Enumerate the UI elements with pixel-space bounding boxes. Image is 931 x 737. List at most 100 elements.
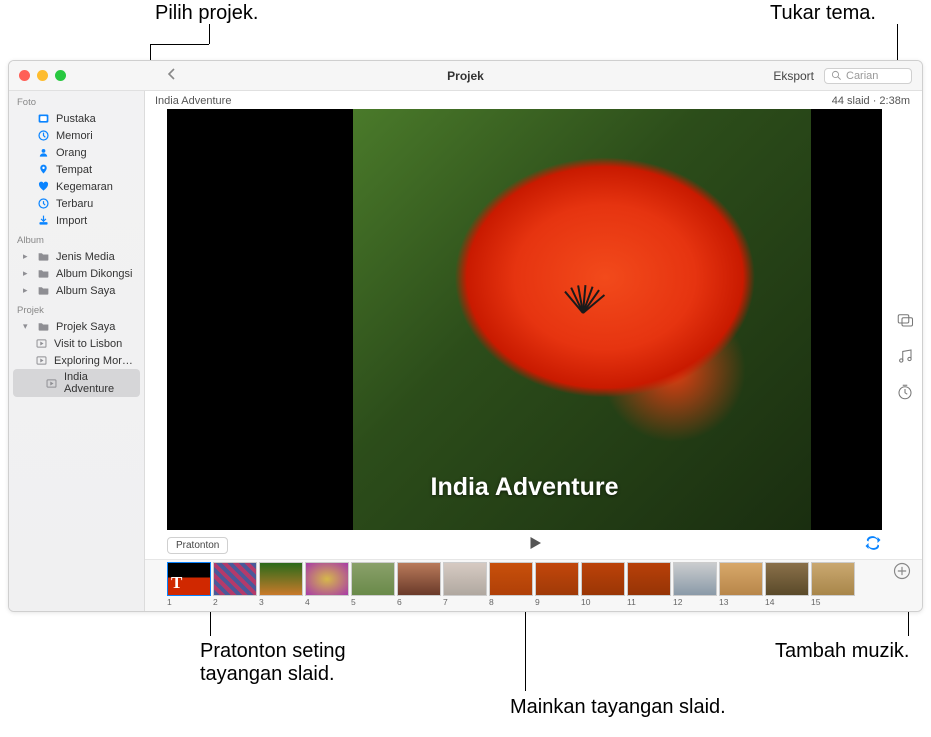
thumbnail[interactable]: 9 [535,562,579,607]
sidebar-item-india-adventure[interactable]: India Adventure [13,369,140,397]
title-slide-glyph: T [171,573,182,593]
sidebar-item-label: Album Saya [56,285,115,297]
sidebar-section-header: Album [9,229,144,248]
sidebar-section-header: Projek [9,299,144,318]
main-area: India Adventure 44 slaid · 2:38m [145,91,922,611]
thumbnail-image [811,562,855,596]
sidebar-item-jenis-media[interactable]: ▸Jenis Media [9,248,144,265]
sidebar-item-visit-to-lisbon[interactable]: Visit to Lisbon [9,335,144,352]
thumbnail[interactable]: 8 [489,562,533,607]
thumbnail-number: 6 [397,596,441,607]
close-window-button[interactable] [19,70,30,81]
thumbnail[interactable]: 14 [765,562,809,607]
sidebar-item-exploring-mor-[interactable]: Exploring Mor… [9,352,144,369]
loop-icon [864,534,882,552]
chevron-down-icon[interactable]: ▾ [23,321,31,332]
sidebar-item-label: Projek Saya [56,321,115,333]
thumbnail[interactable]: 12 [673,562,717,607]
zoom-window-button[interactable] [55,70,66,81]
thumbnail-number: 2 [213,596,257,607]
sidebar: FotoPustakaMemori Orang Tempat Kegemaran Ter… [9,91,145,611]
leader [209,24,210,44]
slideshow-icon [45,377,58,390]
callout-select-project: Pilih projek. [155,2,258,25]
play-button[interactable] [526,534,544,557]
import-icon [37,214,50,227]
search-field[interactable]: Carian [824,68,912,84]
thumbnail[interactable]: 7 [443,562,487,607]
folder-icon [37,250,50,263]
pin-icon [37,163,50,176]
app-window: Projek Eksport Carian FotoPustakaMemori O… [8,60,923,612]
chevron-right-icon[interactable]: ▸ [23,251,31,262]
loop-button[interactable] [864,534,882,557]
minimize-window-button[interactable] [37,70,48,81]
thumbnail-image [305,562,349,596]
sidebar-item-terbaru[interactable]: Terbaru [9,195,144,212]
thumbnail-strip: T123456789101112131415 [145,559,922,611]
thumbnail-number: 3 [259,596,303,607]
thumbnail[interactable]: T1 [167,562,211,607]
thumbnail-number: 5 [351,596,395,607]
thumbnail[interactable]: 13 [719,562,763,607]
sidebar-item-pustaka[interactable]: Pustaka [9,110,144,127]
sidebar-item-label: Exploring Mor… [54,355,133,367]
music-button[interactable] [894,345,916,367]
thumbnail[interactable]: 11 [627,562,671,607]
thumbnail-image [489,562,533,596]
search-placeholder: Carian [846,70,878,82]
heart-icon [37,180,50,193]
sidebar-item-import[interactable]: Import [9,212,144,229]
chevron-right-icon[interactable]: ▸ [23,285,31,296]
thumbnail-image [673,562,717,596]
theme-button[interactable] [894,309,916,331]
sidebar-item-album-saya[interactable]: ▸ Album Saya [9,282,144,299]
sidebar-item-orang[interactable]: Orang [9,144,144,161]
plus-circle-icon [892,561,912,581]
preview-button[interactable]: Pratonton [167,537,228,554]
sidebar-item-label: Kegemaran [56,181,113,193]
add-photos-button[interactable] [892,561,914,583]
slideshow-icon [35,337,48,350]
sidebar-item-label: Tempat [56,164,92,176]
sidebar-item-projek-saya[interactable]: ▾ Projek Saya [9,318,144,335]
duration-button[interactable] [894,381,916,403]
thumbnail-image [351,562,395,596]
thumbnail[interactable]: 5 [351,562,395,607]
thumbnail-image [765,562,809,596]
thumbnail-number: 14 [765,596,809,607]
thumbnail[interactable]: 4 [305,562,349,607]
thumbnail-number: 7 [443,596,487,607]
thumbnail[interactable]: 6 [397,562,441,607]
callout-add-music: Tambah muzik. [775,640,910,663]
project-header: India Adventure 44 slaid · 2:38m [145,91,922,109]
thumbnail[interactable]: 3 [259,562,303,607]
back-button[interactable] [166,67,178,84]
sidebar-item-label: Orang [56,147,87,159]
thumbnail[interactable]: 10 [581,562,625,607]
thumbnail-image [719,562,763,596]
callout-change-theme: Tukar tema. [770,2,876,25]
sidebar-item-memori[interactable]: Memori [9,127,144,144]
sidebar-item-label: Import [56,215,87,227]
sidebar-item-label: India Adventure [64,371,134,395]
titlebar: Projek Eksport Carian [9,61,922,91]
thumbnail-image [535,562,579,596]
thumbnail-number: 12 [673,596,717,607]
thumbnail-image: T [167,562,211,596]
chevron-right-icon[interactable]: ▸ [23,268,31,279]
slideshow-stage[interactable]: India Adventure [167,109,882,530]
sidebar-section-header: Foto [9,91,144,110]
sidebar-item-label: Visit to Lisbon [54,338,122,350]
sidebar-item-kegemaran[interactable]: Kegemaran [9,178,144,195]
thumbnail[interactable]: 15 [811,562,855,607]
thumbnail[interactable]: 2 [213,562,257,607]
thumbnail-image [397,562,441,596]
sidebar-item-album-dikongsi[interactable]: ▸Album Dikongsi [9,265,144,282]
export-button[interactable]: Eksport [773,69,814,83]
sidebar-item-tempat[interactable]: Tempat [9,161,144,178]
slideshow-icon [35,354,48,367]
flower-detail [552,258,612,313]
callout-play-slideshow: Mainkan tayangan slaid. [510,696,726,719]
thumbnail-image [213,562,257,596]
